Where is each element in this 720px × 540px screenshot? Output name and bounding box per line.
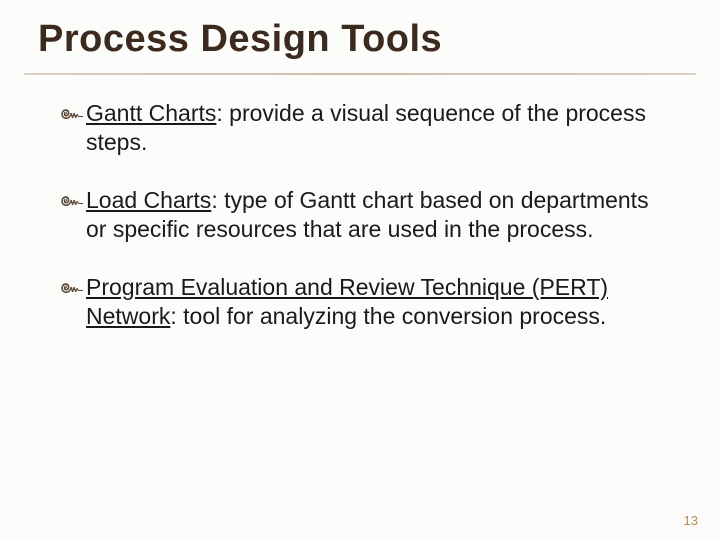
slide-body: ๛ Gantt Charts: provide a visual sequenc… xyxy=(0,75,720,332)
item-desc: : tool for analyzing the conversion proc… xyxy=(170,303,606,329)
item-term: Load Charts xyxy=(86,187,211,213)
slide-title: Process Design Tools xyxy=(0,0,720,67)
bullet-icon: ๛ xyxy=(60,275,83,301)
page-number: 13 xyxy=(684,513,698,528)
bullet-icon: ๛ xyxy=(60,188,83,214)
list-item: ๛ Program Evaluation and Review Techniqu… xyxy=(60,273,670,332)
slide: Process Design Tools ๛ Gantt Charts: pro… xyxy=(0,0,720,540)
bullet-icon: ๛ xyxy=(60,101,83,127)
item-term: Gantt Charts xyxy=(86,100,216,126)
list-item: ๛ Gantt Charts: provide a visual sequenc… xyxy=(60,99,670,158)
list-item: ๛ Load Charts: type of Gantt chart based… xyxy=(60,186,670,245)
